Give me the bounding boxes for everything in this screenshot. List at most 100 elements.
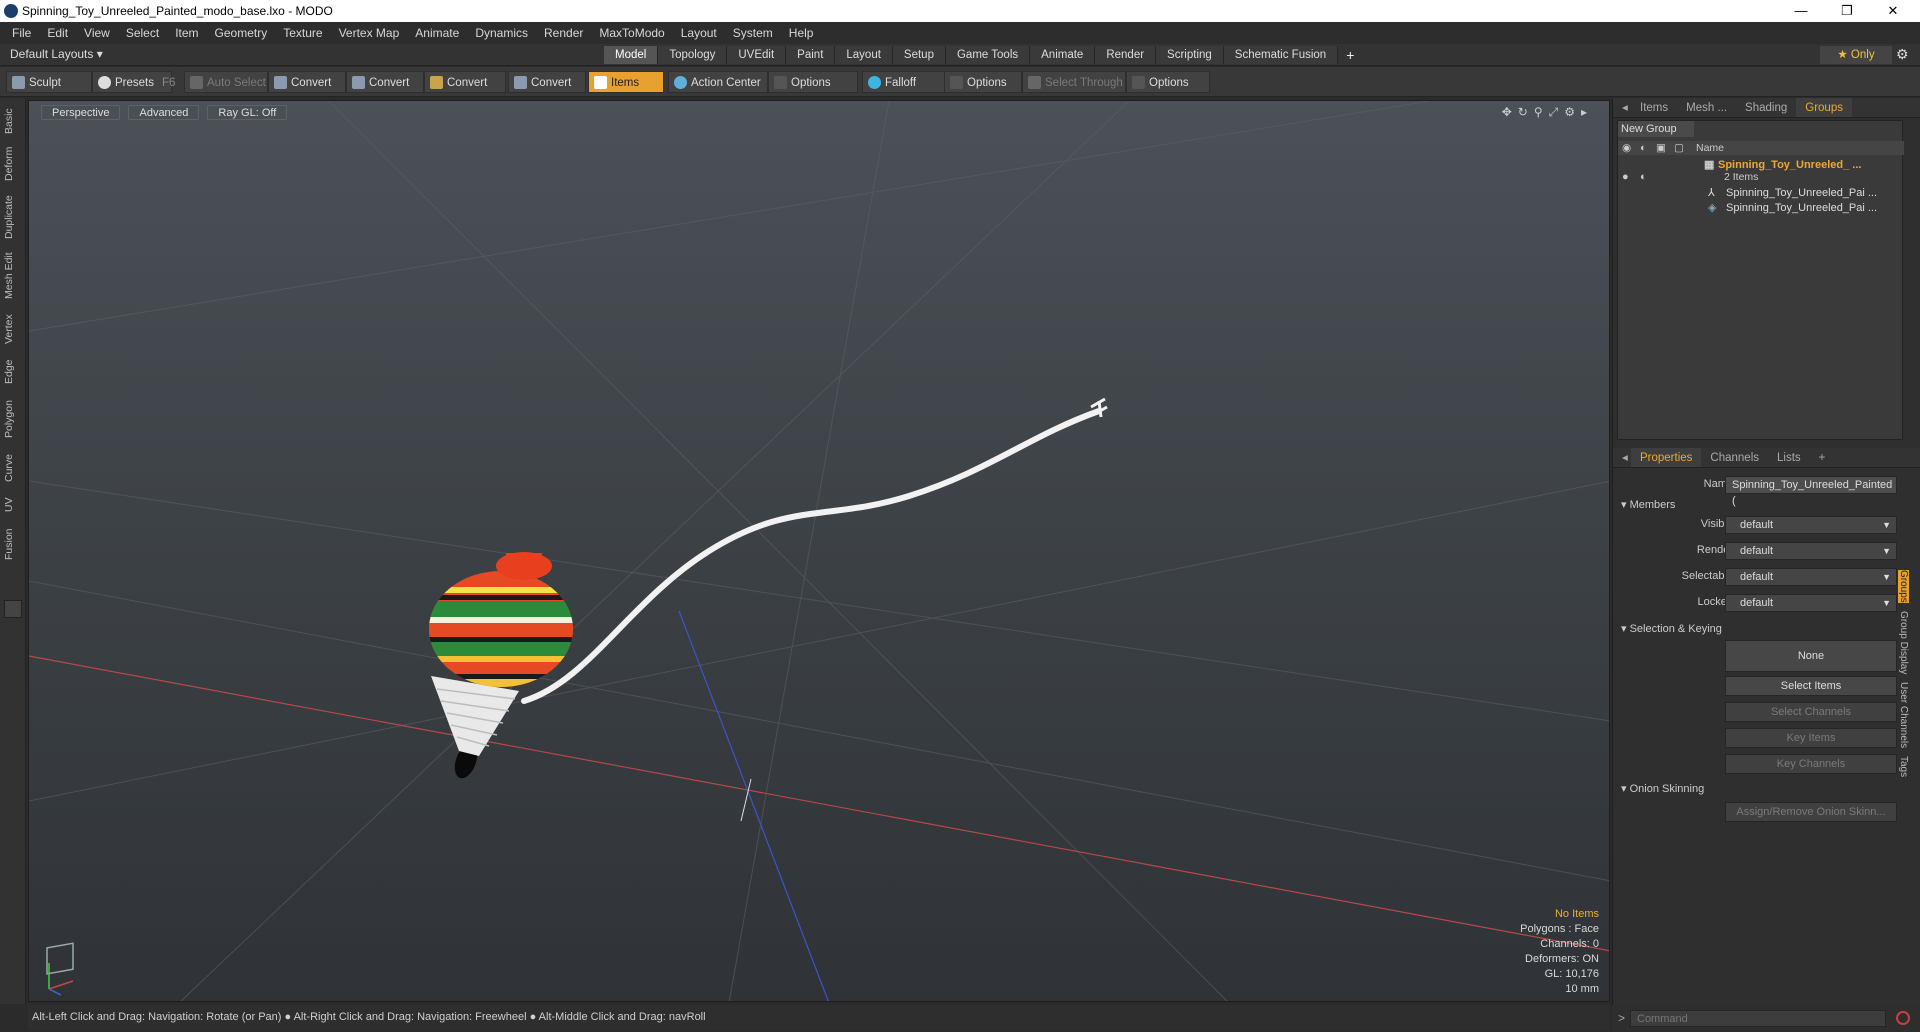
falloff-button[interactable]: Falloff (862, 71, 946, 93)
tab-render[interactable]: Render (1095, 46, 1157, 64)
tab-mesh-edit[interactable]: Mesh Edit (3, 250, 23, 302)
panel-menu-icon[interactable]: ◂ (1613, 98, 1631, 117)
menu-edit[interactable]: Edit (39, 22, 76, 44)
tab-groups[interactable]: Groups (1796, 98, 1852, 117)
key-channels-button[interactable]: Key Channels (1725, 754, 1897, 774)
vtab-group-display[interactable]: Group Display (1898, 611, 1909, 674)
tab-layout[interactable]: Layout (835, 46, 893, 64)
action-center-button[interactable]: Action Center (668, 71, 768, 93)
convert-button-3[interactable]: Convert (424, 71, 506, 93)
menu-layout[interactable]: Layout (673, 22, 725, 44)
minimize-button[interactable]: — (1778, 0, 1824, 22)
list-item[interactable]: ⅄ Spinning_Toy_Unreeled_Pai ... (1618, 185, 1904, 201)
options-button-1[interactable]: Options (768, 71, 858, 93)
properties-menu-icon[interactable]: ◂ (1613, 448, 1631, 467)
tab-deform[interactable]: Deform (3, 144, 23, 184)
select-items-button[interactable]: Select Items (1725, 676, 1897, 696)
tab-vertex[interactable]: Vertex (3, 310, 23, 348)
tab-mesh[interactable]: Mesh ... (1677, 98, 1736, 117)
add-panel-tab[interactable]: + (1810, 448, 1835, 467)
tab-lists[interactable]: Lists (1768, 448, 1810, 467)
convert-button-2[interactable]: Convert (346, 71, 424, 93)
tab-items[interactable]: Items (1631, 98, 1677, 117)
menu-view[interactable]: View (76, 22, 118, 44)
presets-button[interactable]: Presets F6 (92, 71, 175, 93)
3d-viewport[interactable]: Perspective Advanced Ray GL: Off ✥↻⚲⤢⚙▸ … (28, 100, 1610, 1002)
eye-icon[interactable]: ◉ (1622, 141, 1631, 155)
tab-shading[interactable]: Shading (1736, 98, 1796, 117)
select-through-button[interactable]: Select Through (1022, 71, 1126, 93)
tab-paint[interactable]: Paint (786, 46, 836, 64)
name-field[interactable]: Spinning_Toy_Unreeled_Painted ( (1725, 476, 1897, 507)
menu-animate[interactable]: Animate (407, 22, 467, 44)
group-visibility-icon[interactable]: ● (1622, 169, 1629, 185)
menu-select[interactable]: Select (118, 22, 167, 44)
vtab-tags[interactable]: Tags (1898, 756, 1909, 777)
menu-system[interactable]: System (725, 22, 781, 44)
advanced-dropdown[interactable]: Advanced (128, 105, 200, 120)
selection-keying-section[interactable]: ▾ Selection & Keying (1621, 622, 1722, 635)
tab-game-tools[interactable]: Game Tools (945, 46, 1031, 64)
menu-dynamics[interactable]: Dynamics (467, 22, 536, 44)
palette-toggle-button[interactable] (4, 600, 22, 618)
menu-maxtomodo[interactable]: MaxToModo (591, 22, 672, 44)
tab-uvedit[interactable]: UVEdit (727, 46, 787, 64)
tab-uv[interactable]: UV (3, 494, 23, 516)
visible-dropdown[interactable]: default ▼ (1725, 516, 1897, 534)
tab-scripting[interactable]: Scripting (1156, 46, 1224, 64)
select-icon[interactable]: ▢ (1674, 141, 1684, 155)
tab-polygon[interactable]: Polygon (3, 396, 23, 442)
viewport-nav-icons[interactable]: ✥↻⚲⤢⚙▸ (1502, 105, 1593, 120)
tab-basic[interactable]: Basic (3, 104, 23, 138)
raygl-toggle[interactable]: Ray GL: Off (207, 105, 288, 120)
items-mode-button[interactable]: Items (588, 71, 664, 93)
convert-button-4[interactable]: Convert (508, 71, 586, 93)
options-button-3[interactable]: Options (1126, 71, 1210, 93)
only-toggle[interactable]: ★ Only (1820, 46, 1892, 64)
tab-properties[interactable]: Properties (1631, 448, 1702, 467)
menu-vertex-map[interactable]: Vertex Map (331, 22, 408, 44)
close-button[interactable]: ✕ (1870, 0, 1916, 22)
options-button-2[interactable]: Options (944, 71, 1022, 93)
select-channels-button[interactable]: Select Channels (1725, 702, 1897, 722)
command-input[interactable] (1630, 1010, 1886, 1027)
none-button[interactable]: None (1725, 640, 1897, 672)
selectable-dropdown[interactable]: default ▼ (1725, 568, 1897, 586)
menu-geometry[interactable]: Geometry (207, 22, 276, 44)
menu-help[interactable]: Help (781, 22, 822, 44)
vtab-user-channels[interactable]: User Channels (1898, 682, 1909, 748)
tab-model[interactable]: Model (604, 46, 659, 64)
convert-button-1[interactable]: Convert (268, 71, 346, 93)
tab-channels[interactable]: Channels (1701, 448, 1768, 467)
default-layouts-dropdown[interactable]: Default Layouts ▾ (10, 47, 103, 61)
tab-animate[interactable]: Animate (1030, 46, 1096, 64)
vtab-groups[interactable]: Groups (1898, 570, 1909, 603)
maximize-button[interactable]: ❐ (1824, 0, 1870, 22)
locked-dropdown[interactable]: default ▼ (1725, 594, 1897, 612)
gear-icon[interactable]: ⚙ (1896, 46, 1909, 63)
menu-item[interactable]: Item (167, 22, 206, 44)
tab-topology[interactable]: Topology (658, 46, 728, 64)
tab-fusion[interactable]: Fusion (3, 524, 23, 564)
lock-icon[interactable]: ▣ (1656, 141, 1666, 155)
tab-setup[interactable]: Setup (892, 46, 946, 64)
tab-edge[interactable]: Edge (3, 356, 23, 388)
render-dropdown[interactable]: default ▼ (1725, 542, 1897, 560)
tab-duplicate[interactable]: Duplicate (3, 192, 23, 242)
record-icon[interactable] (1896, 1011, 1910, 1025)
tab-schematic-fusion[interactable]: Schematic Fusion (1223, 46, 1339, 64)
list-item[interactable]: ◈ Spinning_Toy_Unreeled_Pai ... (1618, 200, 1904, 216)
add-tab-button[interactable]: + (1338, 46, 1362, 64)
key-items-button[interactable]: Key Items (1725, 728, 1897, 748)
render-icon[interactable]: ◐ (1640, 141, 1646, 155)
perspective-dropdown[interactable]: Perspective (41, 105, 121, 120)
new-group-button[interactable]: New Group (1618, 121, 1694, 137)
assign-onion-skin-button[interactable]: Assign/Remove Onion Skinn... (1725, 802, 1897, 822)
tab-curve[interactable]: Curve (3, 450, 23, 486)
onion-skinning-section[interactable]: ▾ Onion Skinning (1621, 782, 1704, 795)
menu-file[interactable]: File (0, 22, 39, 44)
auto-select-button[interactable]: Auto Select (184, 71, 268, 93)
menu-texture[interactable]: Texture (275, 22, 330, 44)
members-section[interactable]: ▾ Members (1621, 498, 1675, 511)
group-render-icon[interactable]: ◐ (1640, 169, 1647, 185)
